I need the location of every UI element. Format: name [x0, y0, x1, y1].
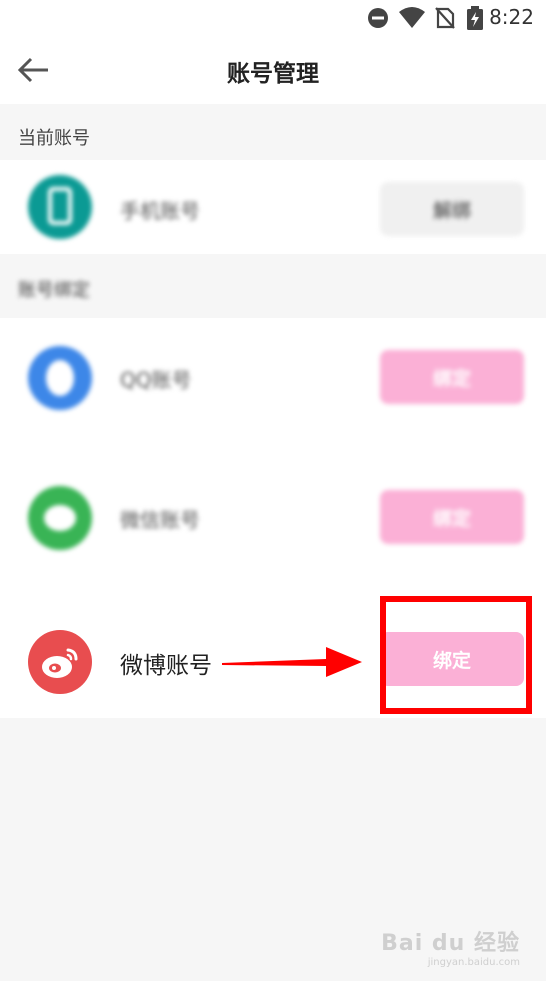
phone-icon [48, 187, 72, 225]
current-account-name: 手机账号 [120, 199, 200, 223]
dnd-icon [368, 8, 388, 28]
weibo-icon [28, 630, 92, 694]
battery-charging-icon [467, 6, 483, 30]
section-label-current: 当前账号 [18, 128, 90, 149]
wechat-icon [28, 486, 92, 550]
bind-button-wechat[interactable]: 绑定 [380, 490, 524, 544]
phone-account-avatar [28, 175, 92, 239]
watermark: Bai du 经验 jingyan.baidu.com [381, 925, 520, 968]
section-label-bound: 账号绑定 [18, 280, 90, 301]
no-sim-icon [435, 7, 455, 29]
list-item: QQ账号 绑定 [0, 318, 546, 438]
watermark-logo-text: Bai du 经验 [381, 931, 520, 956]
app-bar: 账号管理 [0, 36, 546, 104]
row-label: QQ账号 [120, 368, 192, 392]
current-account-block: 手机账号 解绑 [0, 160, 546, 254]
annotation-arrow [222, 647, 362, 677]
wifi-icon [399, 7, 425, 28]
bind-button-qq[interactable]: 绑定 [380, 350, 524, 404]
list-item: 微信账号 绑定 [0, 458, 546, 578]
current-account-row: 手机账号 解绑 [0, 160, 546, 254]
row-label: 微信账号 [120, 508, 200, 532]
unbind-button[interactable]: 解绑 [380, 182, 524, 236]
qq-icon [28, 346, 92, 410]
status-bar: 8:22 [0, 0, 546, 36]
row-label: 微博账号 [120, 653, 212, 679]
page-title: 账号管理 [227, 61, 319, 87]
status-time: 8:22 [489, 5, 534, 29]
watermark-url: jingyan.baidu.com [427, 957, 520, 968]
annotation-highlight-box [380, 596, 532, 714]
